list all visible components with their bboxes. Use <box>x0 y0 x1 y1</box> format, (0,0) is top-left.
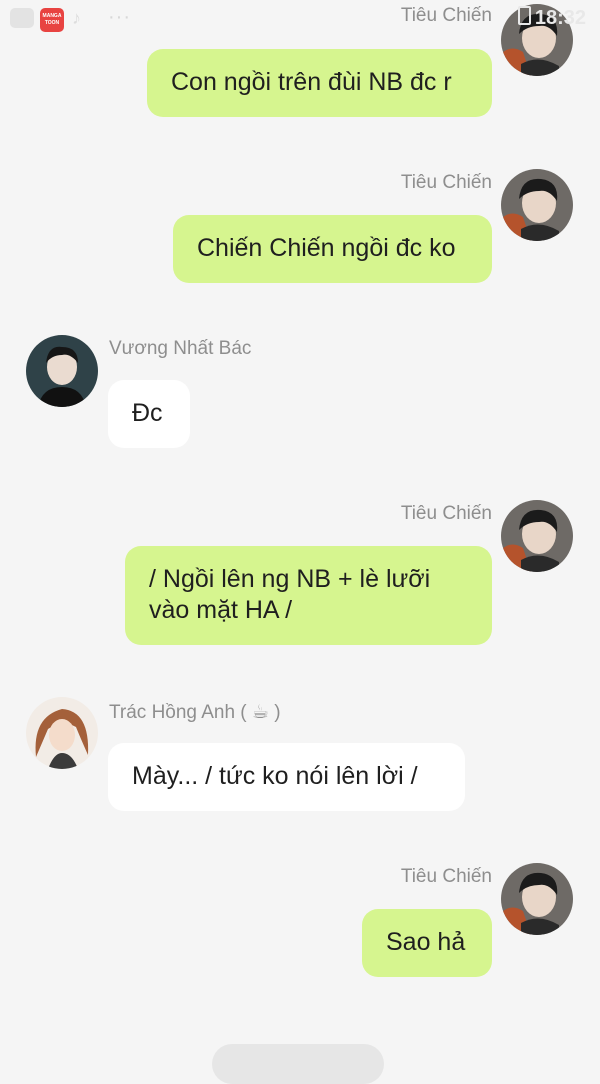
message-bubble-outgoing[interactable]: Con ngồi trên đùi NB đc r <box>147 49 492 117</box>
status-right: 18:32 <box>517 6 586 30</box>
input-bar-handle[interactable] <box>212 1044 384 1084</box>
sender-name: Vương Nhất Bác <box>109 338 252 359</box>
status-bar: MANGA TOON ♪ ··· 18:32 <box>0 0 600 40</box>
chat-notification-icon <box>10 8 34 28</box>
message-bubble-outgoing[interactable]: / Ngồi lên ng NB + lè lưỡi vào mặt HA / <box>125 546 492 645</box>
message-bubble-outgoing[interactable]: Chiến Chiến ngồi đc ko <box>173 215 492 283</box>
avatar-tieu-chien[interactable] <box>501 500 573 572</box>
avatar-vuong-nhat-bac[interactable] <box>26 335 98 407</box>
avatar-image <box>501 169 573 241</box>
message-text-line: vào mặt HA / <box>149 596 293 624</box>
more-notifications-icon: ··· <box>108 6 131 28</box>
sender-name: Tiêu Chiến <box>400 866 492 887</box>
avatar-image <box>26 697 98 769</box>
message-text: Sao hả <box>386 928 466 956</box>
battery-icon <box>517 6 531 25</box>
message-text-line: / Ngồi lên ng NB + lè lưỡi <box>149 565 431 593</box>
message-bubble-incoming[interactable]: Mày... / tức ko nói lên lời / <box>108 743 465 811</box>
avatar-image <box>501 500 573 572</box>
clock: 18:32 <box>534 7 586 29</box>
message-bubble-incoming[interactable]: Đc <box>108 380 190 448</box>
message-text: Chiến Chiến ngồi đc ko <box>197 234 456 262</box>
message-text: Đc <box>132 399 163 427</box>
mangatoon-app-icon: MANGA TOON <box>40 8 64 32</box>
mangatoon-label: MANGA TOON <box>42 13 62 26</box>
avatar-tieu-chien[interactable] <box>501 863 573 935</box>
sender-name: Tiêu Chiến <box>400 503 492 524</box>
sender-name: Tiêu Chiến <box>400 172 492 193</box>
avatar-image <box>501 863 573 935</box>
message-bubble-outgoing[interactable]: Sao hả <box>362 909 492 977</box>
message-text: Mày... / tức ko nói lên lời / <box>132 762 418 790</box>
avatar-tieu-chien[interactable] <box>501 169 573 241</box>
message-text: Con ngồi trên đùi NB đc r <box>171 68 452 96</box>
avatar-image <box>26 335 98 407</box>
tiktok-icon: ♪ <box>72 8 81 28</box>
sender-name: Trác Hồng Anh ( ☕ ) <box>109 702 281 723</box>
avatar-trac-hong-anh[interactable] <box>26 697 98 769</box>
